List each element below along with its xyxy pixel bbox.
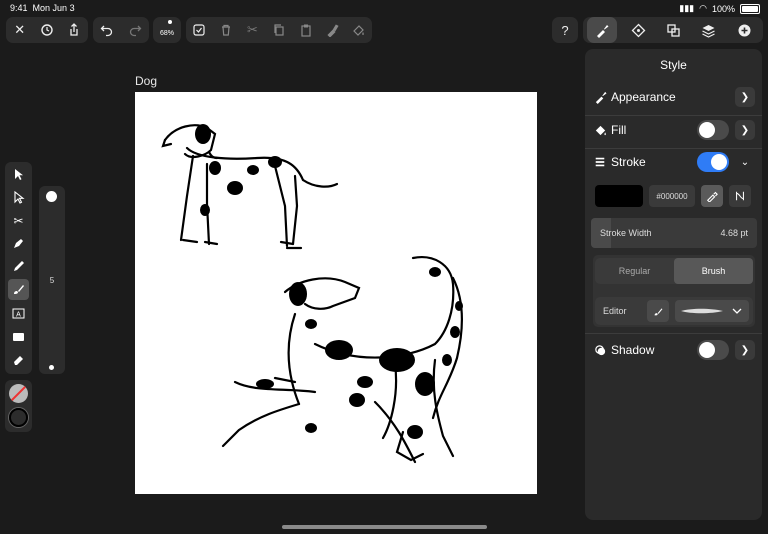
divider — [585, 148, 762, 149]
home-indicator[interactable] — [282, 525, 487, 529]
layers-icon[interactable] — [693, 17, 723, 43]
battery-percent: 100% — [711, 3, 735, 14]
file-actions-group: ✕ — [6, 17, 88, 43]
slider-min-dot-icon — [49, 365, 54, 370]
panel-title: Style — [660, 58, 687, 72]
paste-icon[interactable] — [295, 19, 317, 41]
select-all-icon[interactable] — [188, 19, 210, 41]
shadow-toggle[interactable] — [697, 340, 729, 360]
zoom-indicator[interactable]: 68% — [156, 19, 178, 41]
zoom-dot-icon — [168, 20, 172, 24]
appearance-chevron-icon[interactable]: ❯ — [735, 87, 755, 107]
copy-icon[interactable] — [268, 19, 290, 41]
stroke-mode-segmented: Regular Brush — [595, 258, 753, 284]
wifi-icon: ◠ — [699, 3, 707, 13]
appearance-icon — [593, 90, 607, 104]
divider — [585, 333, 762, 334]
shadow-chevron-icon[interactable]: ❯ — [735, 340, 755, 360]
divider — [585, 115, 762, 116]
status-bar: 9:41 Mon Jun 3 ▮▮▮ ◠ 100% — [0, 0, 768, 16]
path-ops-icon[interactable] — [658, 17, 688, 43]
close-icon[interactable]: ✕ — [9, 19, 31, 41]
mode-regular-button[interactable]: Regular — [595, 258, 674, 284]
battery-icon — [740, 3, 760, 14]
history-group — [93, 17, 149, 43]
shadow-label: Shadow — [611, 343, 655, 357]
settings-icon[interactable] — [36, 19, 58, 41]
artboard-label: Dog — [135, 74, 158, 88]
add-icon[interactable] — [729, 17, 759, 43]
signal-icon: ▮▮▮ — [679, 3, 695, 13]
fill-row: Fill ❯ — [593, 119, 755, 141]
share-icon[interactable] — [63, 19, 85, 41]
shadow-row: Shadow ❯ — [593, 339, 755, 361]
fill-bucket-icon — [593, 123, 607, 137]
slider-knob[interactable] — [46, 191, 57, 202]
fill-none-swatch[interactable] — [9, 384, 28, 403]
help-button[interactable]: ? — [552, 17, 578, 43]
status-time: 9:41 Mon Jun 3 — [10, 3, 75, 13]
brush-editor-row: Editor — [595, 297, 753, 325]
brush-editor-icon[interactable] — [647, 300, 669, 322]
edit-group: ✂ — [186, 17, 372, 43]
eyedropper-icon[interactable] — [701, 185, 723, 207]
trash-icon[interactable] — [215, 19, 237, 41]
pencil-tool-icon[interactable] — [8, 256, 29, 277]
shadow-icon — [593, 343, 607, 357]
stroke-toggle[interactable] — [697, 152, 729, 172]
artboard[interactable] — [135, 92, 537, 494]
stroke-width-value: 4.68 pt — [720, 228, 748, 238]
fill-toggle[interactable] — [697, 120, 729, 140]
brush-profile-dropdown[interactable] — [675, 300, 749, 322]
appearance-row[interactable]: Appearance ❯ — [593, 86, 755, 108]
stroke-options-icon[interactable] — [729, 185, 751, 207]
dalmatian-drawing[interactable] — [135, 92, 537, 494]
svg-text:A: A — [16, 312, 21, 319]
mode-brush-button[interactable]: Brush — [674, 258, 753, 284]
text-tool-icon[interactable]: A — [8, 303, 29, 324]
eraser-tool-icon[interactable] — [8, 349, 29, 370]
color-wells — [5, 380, 32, 432]
stroke-color-swatch[interactable] — [9, 408, 28, 427]
appearance-label: Appearance — [611, 90, 676, 104]
zoom-level: 68% — [159, 29, 174, 37]
help-icon[interactable]: ? — [554, 19, 576, 41]
stroke-lines-icon — [593, 155, 607, 169]
scissors-tool-icon[interactable]: ✂ — [8, 210, 29, 231]
paste-in-place-icon[interactable] — [348, 19, 370, 41]
fill-chevron-icon[interactable]: ❯ — [735, 120, 755, 140]
style-panel: Style Appearance ❯ Fill ❯ Stroke ⌄ #0000… — [585, 49, 762, 520]
brush-size-value: 5 — [49, 276, 55, 285]
symbols-icon[interactable] — [623, 17, 653, 43]
stroke-chevron-down-icon[interactable]: ⌄ — [735, 152, 755, 172]
rectangle-tool-icon[interactable] — [8, 326, 29, 347]
undo-icon[interactable] — [96, 19, 118, 41]
stroke-row: Stroke ⌄ — [593, 151, 755, 173]
stroke-width-field[interactable]: Stroke Width 4.68 pt — [591, 218, 757, 248]
direct-selection-icon[interactable] — [8, 187, 29, 208]
stroke-label: Stroke — [611, 155, 646, 169]
selection-tool-icon[interactable] — [8, 164, 29, 185]
status-right: ▮▮▮ ◠ 100% — [679, 3, 760, 14]
redo-icon[interactable] — [124, 19, 146, 41]
stroke-mode-section: Regular Brush Editor — [593, 255, 755, 327]
zoom-control[interactable]: 68% — [153, 17, 181, 43]
stroke-width-label: Stroke Width — [600, 228, 652, 238]
editor-label: Editor — [603, 306, 627, 316]
brush-profile-shape-icon — [681, 308, 742, 314]
tool-palette: ✂ A — [5, 162, 32, 374]
brush-tool-icon[interactable] — [8, 279, 29, 300]
stroke-color-well[interactable] — [595, 185, 643, 207]
stroke-hex-field[interactable]: #000000 — [649, 185, 695, 207]
brush-size-slider[interactable]: 5 — [39, 186, 65, 374]
style-tab-icon[interactable] — [587, 17, 617, 43]
paste-style-icon[interactable] — [321, 19, 343, 41]
scissors-icon[interactable]: ✂ — [241, 19, 263, 41]
fill-label: Fill — [611, 123, 627, 137]
pen-tool-icon[interactable] — [8, 233, 29, 254]
